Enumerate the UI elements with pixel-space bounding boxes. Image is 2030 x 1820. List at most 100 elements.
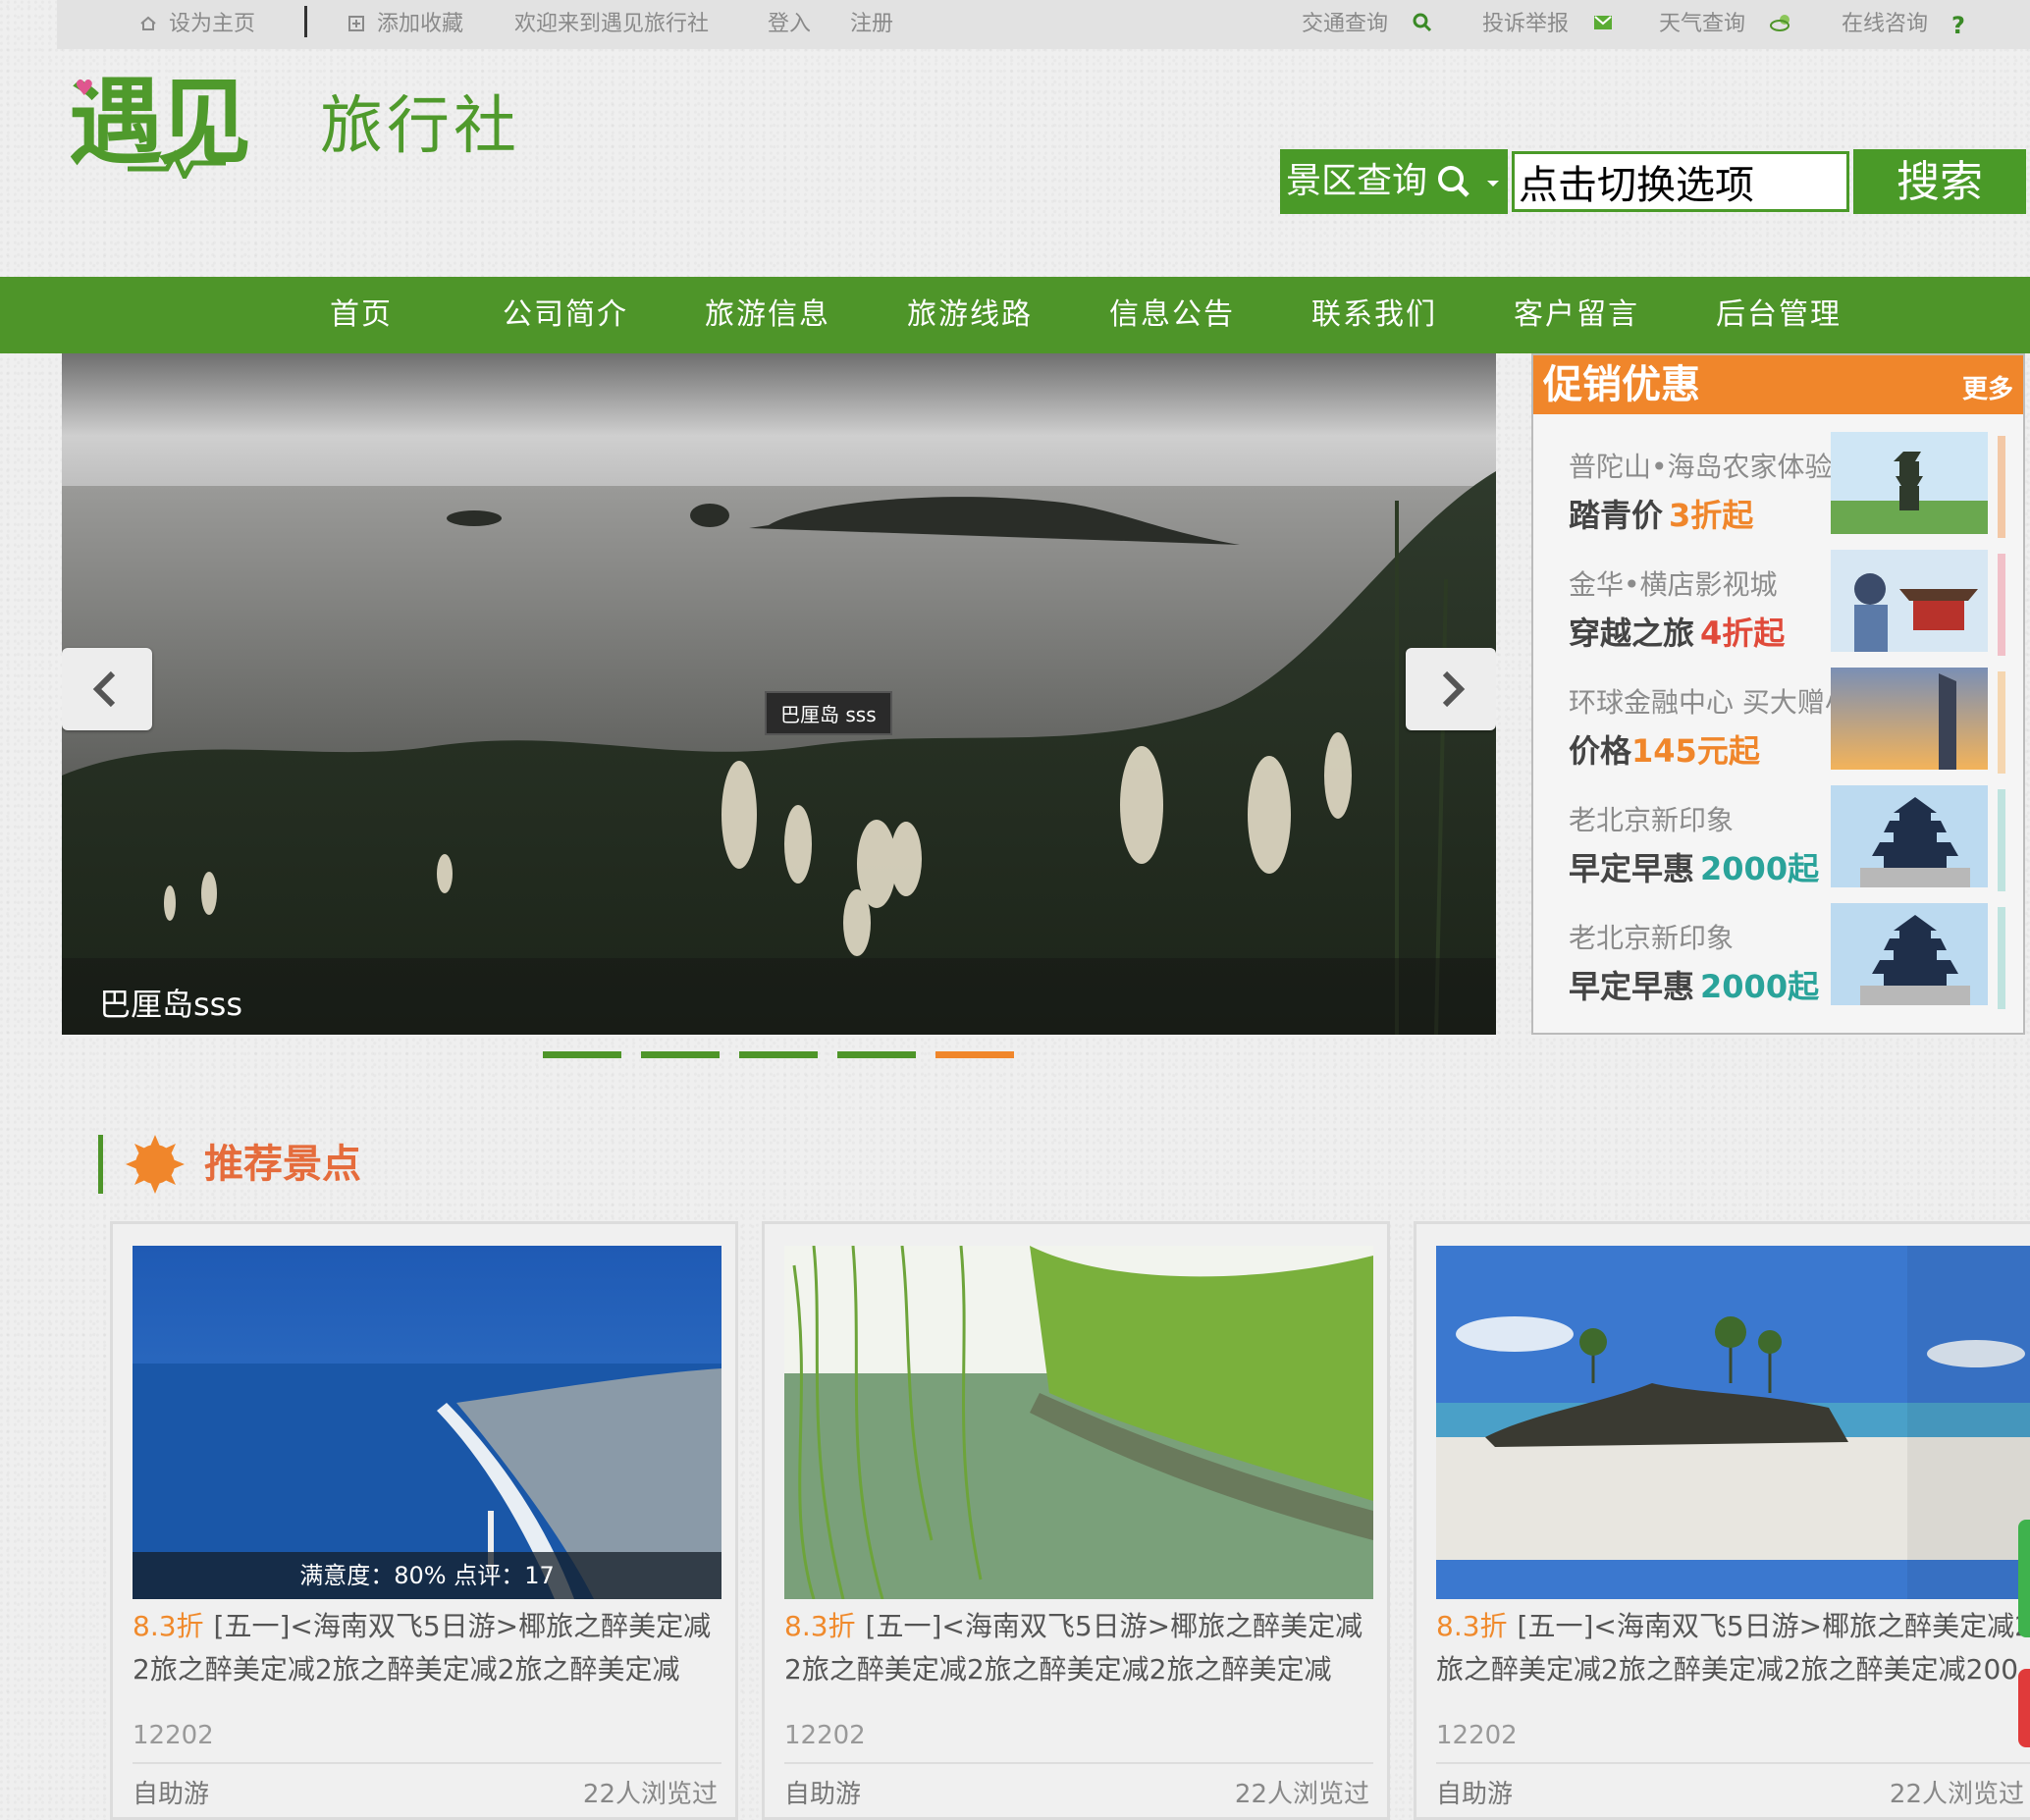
card-discount: 8.3折 [133,1610,204,1642]
attraction-card[interactable]: 8.3折 [五一]<海南双飞5日游>椰旅之醉美定减2旅之醉美定减2旅之醉美定减2旅… [1414,1221,2030,1820]
promo-item-offer: 穿越之旅 4折起 [1569,609,1785,654]
section-accent-bar [98,1135,103,1194]
card-title: [五一]<海南双飞5日游>椰旅之醉美定减2旅之醉美定减2旅之醉美定减2旅之醉美定… [133,1610,712,1686]
card-views: 22人浏览过 [1234,1780,1369,1809]
search-category-label: 景区查询 [1286,161,1428,201]
nav-item-admin[interactable]: 后台管理 [1716,277,1842,353]
search-button[interactable]: 搜索 [1853,149,2026,214]
divider [304,6,307,37]
search-bar: 景区查询 搜索 [1280,149,2026,214]
promo-item-offer: 踏青价 3折起 [1569,491,1753,536]
carousel-prev-button[interactable] [62,648,152,730]
attraction-card[interactable]: 8.3折 [五一]<海南双飞5日游>椰旅之醉美定减2旅之醉美定减2旅之醉美定减2旅… [762,1221,1390,1820]
promo-item-offer: 价格145元起 [1569,726,1760,772]
promo-item-title: 老北京新印象 [1569,804,1735,836]
card-views: 22人浏览过 [582,1780,718,1809]
caption-bar [62,958,1496,1035]
promo-item-title: 环球金融中心 买大赠小 [1569,686,1852,719]
mail-icon [1594,16,1613,29]
nav-item-home[interactable]: 首页 [330,277,393,353]
online-consult-label: 在线咨询 [1842,12,1929,36]
promo-item[interactable]: 老北京新印象 早定早惠 2000起 [1533,895,2023,1013]
nav-item-notices[interactable]: 信息公告 [1109,277,1235,353]
search-icon [1438,166,1469,197]
promo-edge [1998,436,2005,538]
search-category-select[interactable]: 景区查询 [1280,149,1508,214]
promo-item-label: 价格 [1569,732,1632,770]
nav-item-about[interactable]: 公司简介 [503,277,628,353]
logo-sub-text: 旅行社 [320,90,520,163]
recommend-title: 推荐景点 [204,1142,361,1187]
chevron-down-icon [1487,181,1499,187]
card-rating: 满意度：80% 点评：17 [133,1552,721,1599]
promo-edge [1998,789,2005,891]
promo-item-label: 早定早惠 [1569,850,1695,887]
chevron-left-icon [92,670,116,708]
card-description: 8.3折 [五一]<海南双飞5日游>椰旅之醉美定减2旅之醉美定减2旅之醉美定减2旅… [133,1605,721,1693]
login-link[interactable]: 登入 [768,10,811,39]
carousel-dot-active[interactable] [935,1051,1014,1058]
slide-tooltip: 巴厘岛 sss [765,691,892,735]
temple-of-heaven-image [1831,903,1988,1005]
sun-icon [126,1135,185,1194]
promo-item-offer: 早定早惠 2000起 [1569,844,1819,889]
traffic-query-label: 交通查询 [1302,12,1389,36]
card-divider [1436,1762,2030,1764]
nav-item-routes[interactable]: 旅游线路 [907,277,1033,353]
promo-item-title: 普陀山•海岛农家体验 [1569,451,1833,483]
nav-item-messages[interactable]: 客户留言 [1514,277,1639,353]
carousel-dot[interactable] [739,1051,818,1058]
add-favorite-link[interactable]: 添加收藏 [347,10,463,39]
promotions-title: 促销优惠 [1543,362,1700,407]
card-discount: 8.3折 [1436,1610,1508,1642]
carousel-dot[interactable] [641,1051,720,1058]
promo-item-price: 4折起 [1700,615,1786,652]
card-type: 自助游 [784,1780,862,1809]
tower-image [1831,668,1988,770]
temple-of-heaven-image [1831,785,1988,887]
weather-query-link[interactable]: 天气查询 [1659,10,1794,39]
attraction-card[interactable]: 满意度：80% 点评：17 8.3折 [五一]<海南双飞5日游>椰旅之醉美定减2旅… [110,1221,738,1820]
carousel-next-button[interactable] [1406,648,1496,730]
nav-item-travel-info[interactable]: 旅游信息 [705,277,830,353]
promotions-more-link[interactable]: 更多 [1962,369,2013,405]
carousel-dot[interactable] [543,1051,621,1058]
promo-item-price: 145元起 [1631,732,1760,770]
promo-item-label: 早定早惠 [1569,968,1695,1005]
heartbeat-icon [128,149,226,179]
online-consult-link[interactable]: 在线咨询? [1842,10,1965,40]
promo-item-title: 老北京新印象 [1569,922,1735,954]
search-input[interactable] [1512,151,1849,212]
promo-item[interactable]: 金华•横店影视城 穿越之旅 4折起 [1533,542,2023,660]
register-link[interactable]: 注册 [850,10,893,39]
card-views: 22人浏览过 [1889,1780,2024,1809]
card-number: 12202 [784,1721,866,1750]
promo-item-offer: 早定早惠 2000起 [1569,962,1819,1007]
promo-item-title: 金华•横店影视城 [1569,568,1778,601]
promo-edge [1998,671,2005,774]
floating-share-widget[interactable] [2018,1669,2030,1747]
carousel-dot[interactable] [837,1051,916,1058]
promo-item[interactable]: 老北京新印象 早定早惠 2000起 [1533,777,2023,895]
promo-edge [1998,907,2005,1009]
promo-item[interactable]: 普陀山•海岛农家体验 踏青价 3折起 [1533,424,2023,542]
hero-carousel[interactable]: 巴厘岛 sss 巴厘岛sss [62,353,1496,1035]
promotions-panel: 促销优惠 更多 普陀山•海岛农家体验 踏青价 3折起 金华•横店影视城 穿越之旅 4… [1531,353,2025,1035]
pagoda-image [1831,432,1988,534]
set-home-link[interactable]: 设为主页 [139,10,255,39]
nav-item-contact[interactable]: 联系我们 [1311,277,1437,353]
search-icon [1413,13,1432,32]
chevron-right-icon [1442,670,1466,708]
promo-item[interactable]: 环球金融中心 买大赠小 价格145元起 [1533,660,2023,777]
palace-image [1831,550,1988,652]
top-utility-bar: 设为主页 添加收藏 欢迎来到遇见旅行社 登入 注册 交通查询 投诉举报 天气查询… [57,0,2030,49]
traffic-query-link[interactable]: 交通查询 [1302,10,1433,39]
card-title: [五一]<海南双飞5日游>椰旅之醉美定减2旅之醉美定减2旅之醉美定减2旅之醉美定… [1436,1610,2030,1686]
complaint-link[interactable]: 投诉举报 [1482,10,1614,39]
promotions-header: 促销优惠 更多 [1533,355,2023,414]
card-image [1436,1246,2030,1599]
site-logo[interactable]: 遇见 ♥ 旅行社 [69,69,530,182]
floating-chat-widget[interactable] [2018,1520,2030,1637]
willow-lake-image [784,1246,1373,1599]
heart-icon: ♥ [75,77,94,101]
